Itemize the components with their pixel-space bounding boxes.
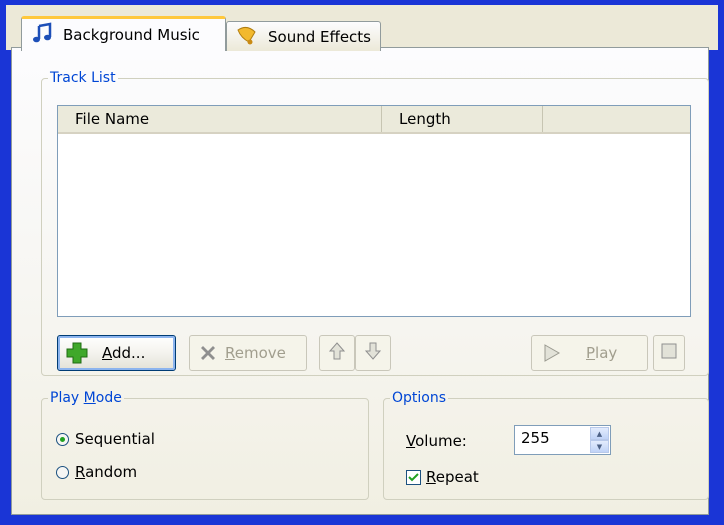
volume-spinner-arrows: ▲ ▼ [590, 427, 609, 453]
arrow-down-icon [364, 341, 382, 365]
spin-up-icon[interactable]: ▲ [590, 427, 609, 440]
play-button-label: Play [586, 344, 618, 362]
tab-background-music-label: Background Music [63, 26, 200, 44]
remove-x-icon [198, 343, 218, 363]
repeat-checkbox[interactable]: Repeat [406, 468, 479, 486]
move-down-button[interactable] [355, 335, 391, 371]
column-file-name[interactable]: File Name [58, 106, 382, 132]
track-list-view[interactable]: File Name Length [57, 105, 691, 317]
tab-background-music[interactable]: Background Music [21, 16, 226, 51]
tab-sound-effects[interactable]: Sound Effects [226, 21, 381, 51]
arrow-up-icon [328, 341, 346, 365]
options-title: Options [392, 390, 447, 406]
plus-icon [66, 342, 88, 364]
check-icon [408, 472, 419, 481]
spin-down-icon[interactable]: ▼ [590, 440, 609, 453]
play-icon [542, 343, 562, 363]
radio-sequential[interactable]: Sequential [56, 430, 155, 448]
add-button[interactable]: Add... [57, 335, 176, 371]
stop-icon [660, 342, 678, 364]
play-button[interactable]: Play [531, 335, 648, 371]
remove-button[interactable]: Remove [189, 335, 307, 371]
stop-button[interactable] [653, 335, 685, 371]
track-list-title: Track List [50, 70, 116, 86]
music-note-icon [32, 22, 54, 48]
repeat-checkbox-box[interactable] [406, 469, 421, 485]
tab-sound-effects-label: Sound Effects [268, 27, 371, 46]
radio-random[interactable]: Random [56, 463, 137, 481]
play-mode-title: Play Mode [50, 390, 122, 406]
volume-spinner[interactable]: 255 ▲ ▼ [514, 425, 611, 455]
remove-button-label: Remove [225, 344, 286, 362]
radio-sequential-label: Sequential [75, 430, 155, 448]
tab-strip: Background Music Sound Effects [6, 5, 718, 51]
radio-random-dot [56, 465, 69, 479]
radio-random-label: Random [75, 463, 138, 481]
bell-icon [235, 24, 259, 50]
move-up-button[interactable] [319, 335, 355, 371]
radio-sequential-dot [56, 432, 69, 446]
window-frame-left [0, 0, 6, 525]
add-button-label: Add... [102, 344, 146, 362]
repeat-label: Repeat [426, 468, 479, 486]
volume-label: Volume: [406, 432, 467, 450]
volume-value[interactable]: 255 [521, 429, 550, 447]
window-frame-right [718, 0, 724, 525]
track-list-header: File Name Length [58, 106, 690, 134]
column-length[interactable]: Length [382, 106, 543, 132]
